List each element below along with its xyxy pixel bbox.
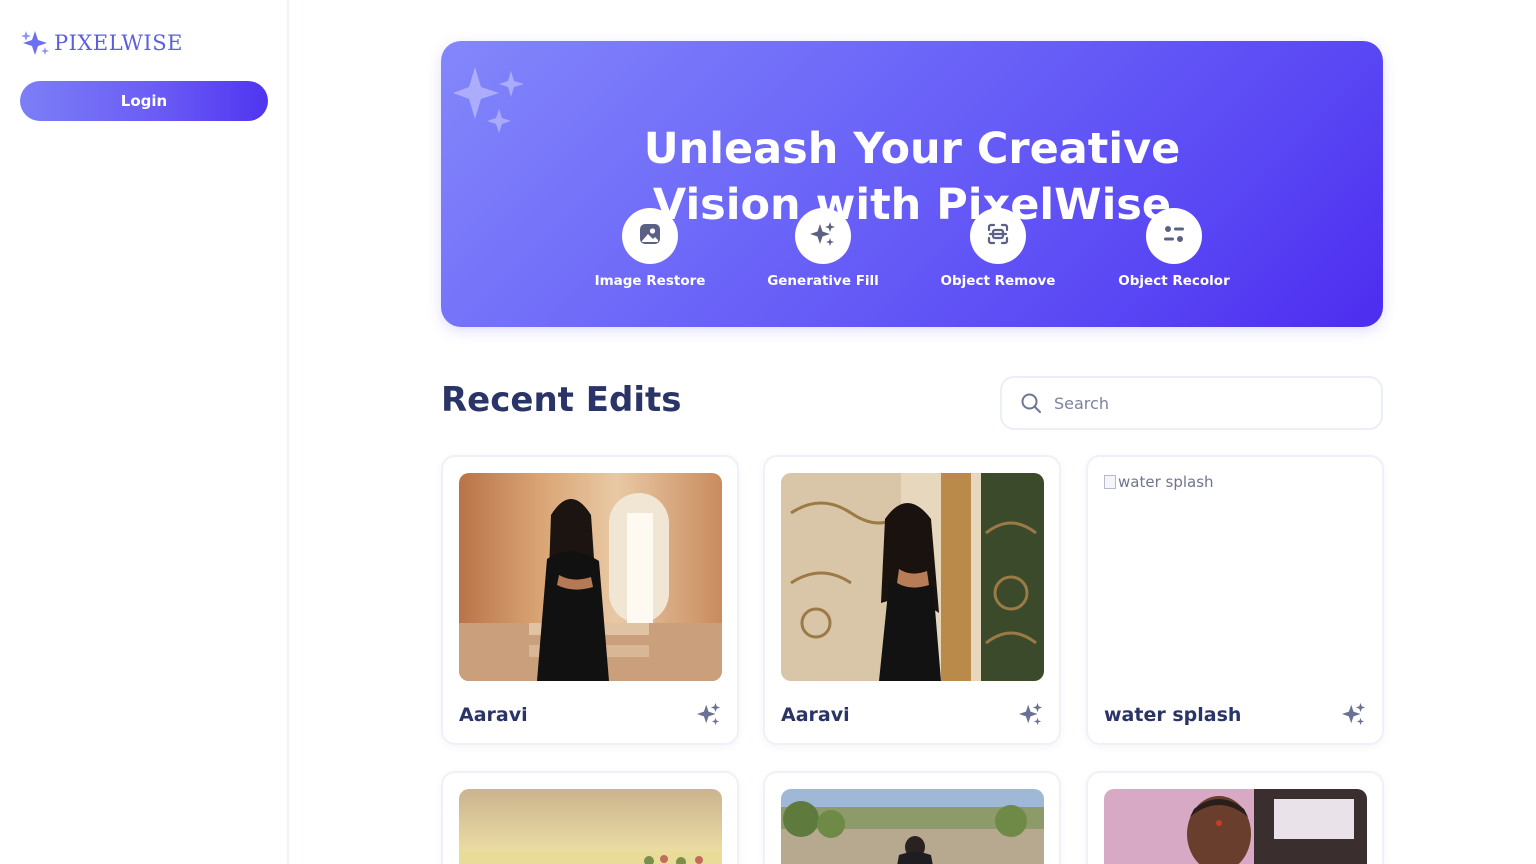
app: PIXELWISE Login Unleash Your Creative Vi… <box>0 0 1536 864</box>
broken-image-alt: water splash <box>1118 473 1214 491</box>
feature-list: Image Restore Generative Fill Object Rem… <box>441 208 1383 298</box>
sparkles-icon[interactable] <box>696 701 722 731</box>
hero-title-line-1: Unleash Your Creative <box>643 124 1181 174</box>
edit-card[interactable] <box>763 771 1061 864</box>
feature-object-remove[interactable]: Object Remove <box>923 208 1073 289</box>
logo[interactable]: PIXELWISE <box>20 29 183 57</box>
sparkles-icon[interactable] <box>1018 701 1044 731</box>
image-restore-icon <box>639 223 661 249</box>
sparkles-icon[interactable] <box>1341 701 1367 731</box>
edit-card[interactable]: Aaravi <box>763 455 1061 745</box>
broken-image-icon <box>1104 475 1116 489</box>
edit-card[interactable] <box>441 771 739 864</box>
object-remove-icon <box>986 222 1010 250</box>
broken-image[interactable]: water splash <box>1104 473 1214 491</box>
feature-icon-circle <box>622 208 678 264</box>
card-title: Aaravi <box>459 704 528 726</box>
search-box[interactable] <box>1000 376 1383 430</box>
sparkles-logo-icon <box>20 29 51 57</box>
card-title: Aaravi <box>781 704 850 726</box>
card-image[interactable] <box>781 473 1044 681</box>
edit-card[interactable]: water splash water splash <box>1086 455 1384 745</box>
card-image[interactable] <box>459 789 722 864</box>
edit-card[interactable]: Aaravi <box>441 455 739 745</box>
sparkles-icon <box>809 220 837 252</box>
feature-icon-circle <box>795 208 851 264</box>
search-icon <box>1020 392 1042 414</box>
object-recolor-icon <box>1162 222 1186 250</box>
feature-object-recolor[interactable]: Object Recolor <box>1099 208 1249 289</box>
login-button[interactable]: Login <box>20 81 268 121</box>
search-input[interactable] <box>1054 393 1354 413</box>
feature-label: Object Remove <box>940 273 1056 289</box>
hero-banner: Unleash Your Creative Vision with PixelW… <box>441 41 1383 327</box>
feature-label: Object Recolor <box>1118 273 1230 289</box>
card-image[interactable] <box>1104 789 1367 864</box>
card-title: water splash <box>1104 704 1242 726</box>
feature-label: Generative Fill <box>767 273 879 289</box>
card-image[interactable] <box>781 789 1044 864</box>
feature-label: Image Restore <box>594 273 706 289</box>
feature-icon-circle <box>1146 208 1202 264</box>
feature-generative-fill[interactable]: Generative Fill <box>748 208 898 289</box>
recent-edits-title: Recent Edits <box>441 380 682 420</box>
sidebar: PIXELWISE Login <box>0 0 289 864</box>
card-image[interactable] <box>459 473 722 681</box>
feature-icon-circle <box>970 208 1026 264</box>
feature-image-restore[interactable]: Image Restore <box>575 208 725 289</box>
logo-text: PIXELWISE <box>54 31 183 55</box>
edit-card[interactable] <box>1086 771 1384 864</box>
